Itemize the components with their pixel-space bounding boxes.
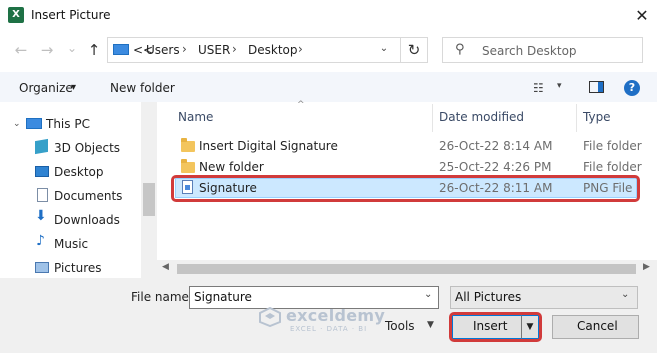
chevron-right-icon[interactable]: › [232,42,237,56]
refresh-button[interactable]: ↻ [400,37,427,63]
tools-button[interactable]: Tools [385,319,415,333]
documents-icon [37,188,48,202]
up-folder-button[interactable]: ↑ [85,41,103,59]
music-icon: ♪ [36,233,45,249]
column-header-type[interactable]: Type [583,110,611,124]
file-type-value[interactable]: All Pictures [455,290,521,304]
file-name[interactable]: New folder [199,160,264,174]
excel-icon: X [8,7,24,23]
breadcrumb-desktop[interactable]: Desktop [248,43,298,57]
download-icon: ⬇ [35,208,47,224]
file-name-value[interactable]: Signature [194,290,252,304]
exceldemy-logo-icon [259,307,281,327]
recent-locations-button[interactable]: ⌄ [63,39,81,57]
sort-ascending-icon: ^ [297,100,305,110]
sidebar-item-music[interactable]: Music [54,237,88,251]
chevron-down-icon[interactable]: ▾ [557,81,562,91]
back-button[interactable]: ← [12,41,30,59]
cube-icon [35,138,48,155]
desktop-icon [35,166,49,177]
file-type: File folder [583,160,642,174]
help-icon[interactable]: ? [624,80,640,96]
sidebar-item-downloads[interactable]: Downloads [54,213,120,227]
chevron-down-icon[interactable]: ⌄ [376,43,392,54]
file-date: 25-Oct-22 4:26 PM [439,160,552,174]
highlight-annotation [171,175,640,202]
chevron-left-icon[interactable]: ◀ [162,262,169,272]
close-button[interactable]: ✕ [628,2,656,30]
chevron-down-icon[interactable]: ⌄ [621,289,629,300]
search-icon: ⚲ [455,42,465,57]
cancel-button-label[interactable]: Cancel [577,319,618,333]
new-folder-button[interactable]: New folder [110,81,175,95]
sidebar-item-3d-objects[interactable]: 3D Objects [54,141,120,155]
breadcrumb-users[interactable]: Users [146,43,180,57]
folder-icon [181,138,195,152]
search-placeholder: Search Desktop [482,44,577,58]
watermark-name: exceldemy [286,306,386,325]
organize-button[interactable]: Organize [19,81,73,95]
watermark-tagline: EXCEL · DATA · BI [290,325,368,333]
chevron-right-icon[interactable]: › [298,42,303,56]
column-header-name[interactable]: Name [178,110,213,124]
file-type: File folder [583,139,642,153]
highlight-annotation [449,312,542,342]
preview-pane-icon[interactable] [589,81,604,93]
chevron-right-icon[interactable]: ▶ [643,262,650,272]
chevron-down-icon[interactable]: ⌄ [424,289,432,300]
scrollbar-thumb[interactable] [177,264,636,274]
file-name-label: File name: [131,290,193,304]
pictures-icon [35,262,49,273]
sidebar-item-this-pc[interactable]: This PC [46,117,90,131]
file-date: 26-Oct-22 8:14 AM [439,139,553,153]
chevron-down-icon[interactable]: ▾ [71,82,76,93]
forward-button[interactable]: → [38,41,56,59]
chevron-down-icon[interactable]: ▼ [427,320,434,330]
folder-icon [181,159,195,173]
computer-icon [113,44,129,55]
column-divider[interactable] [576,104,577,132]
sidebar-item-pictures[interactable]: Pictures [54,261,102,275]
file-name[interactable]: Insert Digital Signature [199,139,338,153]
column-divider[interactable] [432,104,433,132]
view-options-icon[interactable]: ☷ [533,81,549,95]
sidebar-item-documents[interactable]: Documents [54,189,122,203]
chevron-right-icon[interactable]: › [182,42,187,56]
computer-icon [26,118,42,129]
breadcrumb-user[interactable]: USER [198,43,230,57]
column-header-date[interactable]: Date modified [439,110,524,124]
window-title: Insert Picture [31,8,111,22]
chevron-down-icon[interactable]: ⌄ [13,119,21,129]
nav-scrollbar-thumb[interactable] [143,183,155,216]
sidebar-item-desktop[interactable]: Desktop [54,165,104,179]
